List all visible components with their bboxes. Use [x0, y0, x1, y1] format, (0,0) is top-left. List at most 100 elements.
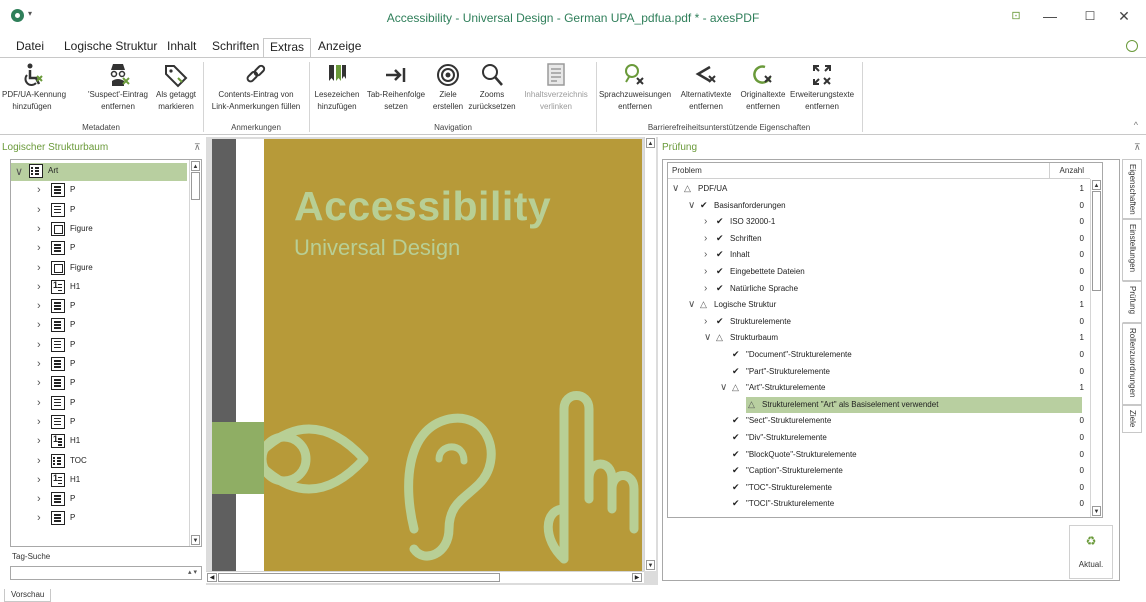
- collapse-chevron-icon[interactable]: ∨: [704, 332, 711, 343]
- check-row[interactable]: ∨ △ Logische Struktur 1: [668, 297, 1090, 313]
- collapse-chevron-icon[interactable]: ∨: [672, 183, 679, 194]
- collapse-chevron-icon[interactable]: ∨: [15, 165, 23, 178]
- check-row[interactable]: ✔ "Part"-Strukturelemente 0: [668, 364, 1090, 380]
- check-row[interactable]: ✔ "Index"-Strukturelemente 0: [668, 513, 1090, 517]
- tree-node[interactable]: › H1: [11, 472, 187, 490]
- tab-rollenzuordnungen[interactable]: Rollenzuordnungen: [1122, 323, 1142, 405]
- expand-chevron-icon[interactable]: ›: [704, 249, 707, 260]
- tree-node[interactable]: › H1: [11, 433, 187, 451]
- toc-link-button[interactable]: Inhaltsverzeichnis verlinken: [520, 62, 592, 118]
- pin-icon[interactable]: ⊼: [194, 142, 201, 153]
- tab-einstellungen[interactable]: Einstellungen: [1122, 219, 1142, 281]
- scroll-up-icon[interactable]: ▲: [1092, 180, 1101, 190]
- refresh-button[interactable]: ♻ Aktual.: [1069, 525, 1113, 579]
- check-row[interactable]: ✔ "Document"-Strukturelemente 0: [668, 347, 1090, 363]
- pdfua-id-add-button[interactable]: PDF/UA-Kennung hinzufügen: [2, 62, 66, 118]
- tree-node[interactable]: › P: [11, 491, 187, 509]
- expand-chevron-icon[interactable]: ›: [37, 184, 41, 196]
- tree-scrollbar[interactable]: ▲ ▼: [189, 160, 201, 546]
- check-results-table[interactable]: Problem Anzahl ∨ △ PDF/UA 1 ∨ ✔ Basisanforderu…: [667, 162, 1103, 518]
- tree-node[interactable]: › P: [11, 182, 187, 200]
- check-row[interactable]: ✔ "Caption"-Strukturelemente 0: [668, 463, 1090, 479]
- document-preview[interactable]: Accessibility Universal Design ▲ ▼ ◀ ▶: [206, 137, 658, 585]
- minimize-button[interactable]: —: [1034, 6, 1066, 26]
- expand-chevron-icon[interactable]: ›: [37, 339, 41, 351]
- scroll-down-icon[interactable]: ▼: [191, 535, 200, 545]
- expand-chevron-icon[interactable]: ›: [704, 266, 707, 277]
- tab-pruefung[interactable]: Prüfung: [1122, 281, 1142, 323]
- check-row[interactable]: ∨ △ PDF/UA 1: [668, 181, 1090, 197]
- check-row[interactable]: › ✔ ISO 32000-1 0: [668, 214, 1090, 230]
- menu-logische-struktur[interactable]: Logische Struktur: [58, 38, 163, 56]
- check-row[interactable]: ∨ △ "Art"-Strukturelemente 1: [668, 380, 1090, 396]
- maximize-button[interactable]: ☐: [1074, 6, 1106, 26]
- collapse-chevron-icon[interactable]: ∨: [688, 299, 695, 310]
- tree-node[interactable]: › P: [11, 510, 187, 528]
- expand-chevron-icon[interactable]: ›: [37, 262, 41, 274]
- scroll-thumb[interactable]: [218, 573, 500, 582]
- preview-horizontal-scrollbar[interactable]: ◀ ▶: [206, 571, 644, 583]
- scroll-thumb[interactable]: [1092, 191, 1101, 291]
- tree-node[interactable]: › P: [11, 395, 187, 413]
- check-row[interactable]: › ✔ Strukturelemente 0: [668, 314, 1090, 330]
- tree-node[interactable]: › P: [11, 414, 187, 432]
- check-scrollbar[interactable]: ▲ ▼: [1090, 179, 1102, 517]
- tree-node[interactable]: › P: [11, 202, 187, 220]
- expand-chevron-icon[interactable]: ›: [37, 223, 41, 235]
- menu-anzeige[interactable]: Anzeige: [312, 38, 367, 56]
- expansion-texts-remove-button[interactable]: Erweiterungstexte entfernen: [788, 62, 856, 118]
- scroll-right-icon[interactable]: ▶: [632, 573, 642, 582]
- tree-node[interactable]: › P: [11, 240, 187, 258]
- expand-chevron-icon[interactable]: ›: [37, 416, 41, 428]
- expand-chevron-icon[interactable]: ›: [37, 397, 41, 409]
- column-header-problem[interactable]: Problem: [668, 163, 1050, 179]
- tree-node[interactable]: › H1: [11, 279, 187, 297]
- ribbon-collapse-icon[interactable]: ^: [1134, 120, 1138, 130]
- close-button[interactable]: ✕: [1108, 6, 1140, 26]
- expand-chevron-icon[interactable]: ›: [37, 435, 41, 447]
- menu-schriften[interactable]: Schriften: [206, 38, 265, 56]
- check-row[interactable]: ∨ ✔ Basisanforderungen 0: [668, 198, 1090, 214]
- language-assignments-remove-button[interactable]: Sprachzuweisungen entfernen: [598, 62, 672, 118]
- expand-chevron-icon[interactable]: ›: [37, 358, 41, 370]
- scroll-thumb[interactable]: [191, 172, 200, 200]
- tree-node[interactable]: › P: [11, 337, 187, 355]
- scroll-down-icon[interactable]: ▼: [1092, 506, 1101, 516]
- tab-eigenschaften[interactable]: Eigenschaften: [1122, 159, 1142, 219]
- scroll-up-icon[interactable]: ▲: [191, 161, 200, 171]
- expand-chevron-icon[interactable]: ›: [704, 316, 707, 327]
- preview-vertical-scrollbar[interactable]: ▲ ▼: [644, 137, 656, 571]
- check-row[interactable]: › ✔ Eingebettete Dateien 0: [668, 264, 1090, 280]
- check-row[interactable]: ✔ "TOC"-Strukturelemente 0: [668, 480, 1090, 496]
- tree-node[interactable]: › TOC: [11, 453, 187, 471]
- expand-chevron-icon[interactable]: ›: [37, 281, 41, 293]
- zooms-reset-button[interactable]: Zooms zurücksetzen: [466, 62, 518, 118]
- tab-ziele[interactable]: Ziele: [1122, 405, 1142, 433]
- contents-entry-fill-button[interactable]: Contents-Eintrag von Link-Anmerkungen fü…: [206, 62, 306, 118]
- check-row[interactable]: ✔ "BlockQuote"-Strukturelemente 0: [668, 447, 1090, 463]
- expand-chevron-icon[interactable]: ›: [37, 204, 41, 216]
- expand-chevron-icon[interactable]: ›: [704, 283, 707, 294]
- scroll-down-icon[interactable]: ▼: [646, 560, 655, 570]
- scroll-up-icon[interactable]: ▲: [646, 138, 655, 148]
- expand-chevron-icon[interactable]: ›: [704, 233, 707, 244]
- help-icon[interactable]: [1126, 40, 1138, 52]
- collapse-chevron-icon[interactable]: ∨: [688, 200, 695, 211]
- tree-node[interactable]: › P: [11, 375, 187, 393]
- restore-layout-icon[interactable]: ⊡: [1000, 6, 1032, 26]
- tree-node[interactable]: ∨ Art: [11, 163, 187, 181]
- spin-arrows-icon[interactable]: ▴ ▾: [188, 568, 197, 576]
- tree-node[interactable]: › P: [11, 317, 187, 335]
- structure-tree[interactable]: ∨Art›P›P›Figure›P›Figure›H1›P›P›P›P›P›P›…: [10, 159, 202, 547]
- check-row[interactable]: △ Strukturelement "Art" als Basiselement …: [668, 396, 1090, 413]
- expand-chevron-icon[interactable]: ›: [704, 216, 707, 227]
- expand-chevron-icon[interactable]: ›: [37, 474, 41, 486]
- check-row[interactable]: › ✔ Natürliche Sprache 0: [668, 281, 1090, 297]
- tree-node[interactable]: › P: [11, 298, 187, 316]
- expand-chevron-icon[interactable]: ›: [37, 377, 41, 389]
- check-row[interactable]: › ✔ Schriften 0: [668, 231, 1090, 247]
- menu-datei[interactable]: Datei: [10, 38, 50, 56]
- column-header-count[interactable]: Anzahl: [1050, 163, 1090, 179]
- tab-vorschau[interactable]: Vorschau: [4, 589, 52, 602]
- menu-inhalt[interactable]: Inhalt: [161, 38, 202, 56]
